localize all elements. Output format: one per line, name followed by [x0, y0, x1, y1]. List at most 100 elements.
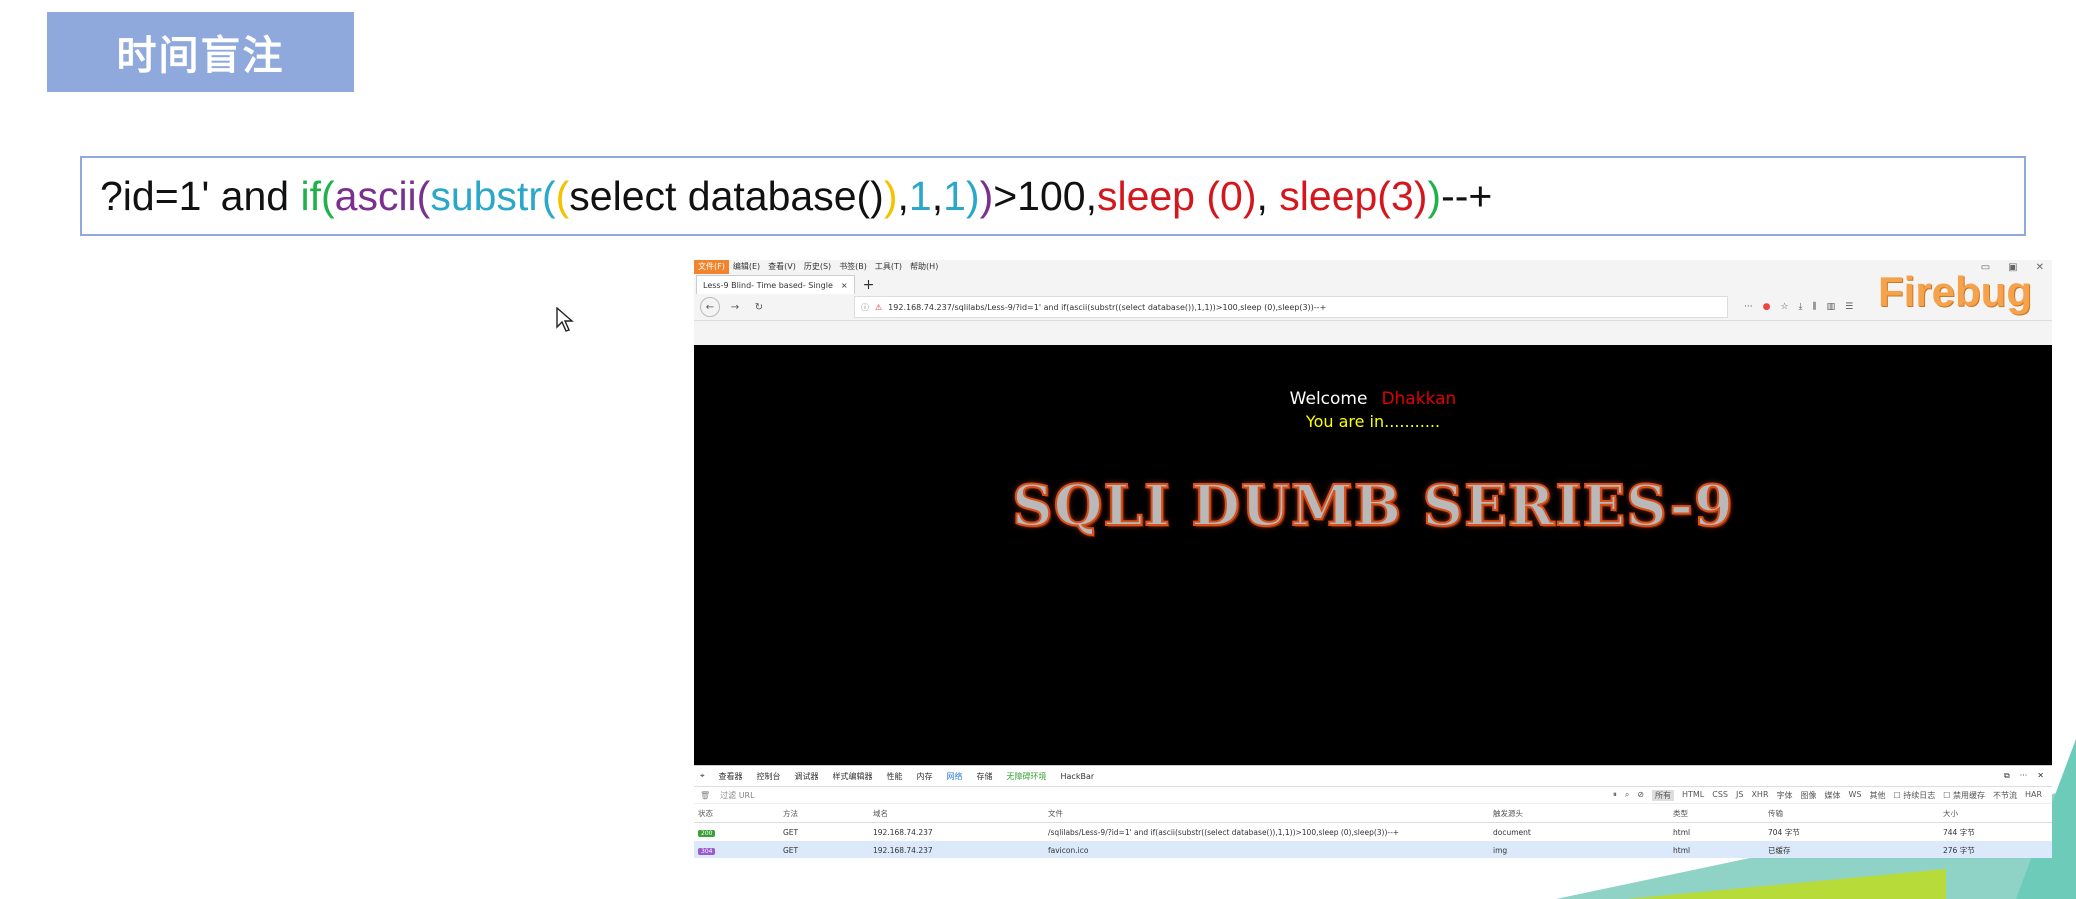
status-badge: 304: [698, 847, 716, 855]
bookmark-star-icon[interactable]: ☆: [1780, 302, 1788, 312]
filter-xhr[interactable]: XHR: [1751, 790, 1768, 801]
menu-bookmarks[interactable]: 书签(B): [835, 260, 871, 274]
tab-inspector[interactable]: 查看器: [719, 771, 743, 782]
filter-css[interactable]: CSS: [1712, 790, 1728, 801]
dock-icon[interactable]: ⧉: [2004, 771, 2010, 781]
filter-url-input[interactable]: 过滤 URL: [720, 790, 754, 801]
pause-icon[interactable]: ⏸: [1613, 790, 1617, 801]
forward-icon[interactable]: →: [726, 298, 744, 316]
menu-view[interactable]: 查看(V): [764, 260, 800, 274]
tab-storage[interactable]: 存储: [977, 771, 993, 782]
tab-console[interactable]: 控制台: [757, 771, 781, 782]
col-method[interactable]: 方法: [779, 804, 869, 823]
payload-sep: ,: [1256, 172, 1280, 219]
insecure-icon: ⚠: [875, 302, 883, 312]
table-row[interactable]: 200 GET 192.168.74.237 /sqlilabs/Less-9/…: [694, 823, 2052, 842]
devtools-close-icon[interactable]: ✕: [2037, 771, 2044, 781]
trash-icon[interactable]: 🗑: [700, 791, 710, 800]
tab-hackbar[interactable]: HackBar: [1061, 772, 1095, 781]
col-type[interactable]: 类型: [1669, 804, 1764, 823]
filter-js[interactable]: JS: [1736, 790, 1743, 801]
pick-element-icon[interactable]: ⌖: [700, 771, 705, 781]
row-size: 744 字节: [1943, 827, 1975, 837]
tab-close-icon[interactable]: ×: [841, 281, 848, 290]
download-icon[interactable]: ⤓: [1799, 302, 1803, 312]
col-file[interactable]: 文件: [1044, 804, 1489, 823]
search-icon[interactable]: ⌕: [1625, 790, 1629, 801]
mouse-cursor-icon: [556, 307, 574, 332]
col-transfer[interactable]: 传输: [1764, 804, 1939, 823]
more-icon[interactable]: ···: [1744, 302, 1753, 312]
har-button[interactable]: HAR: [2025, 790, 2042, 801]
tab-style-editor[interactable]: 样式编辑器: [833, 771, 873, 782]
devtools-more-icon[interactable]: ···: [2020, 771, 2028, 781]
devtools-tabs: ⌖ 查看器 控制台 调试器 样式编辑器 性能 内存 网络 存储 无障碍环境 Ha…: [694, 766, 2052, 787]
menu-icon[interactable]: ☰: [1845, 302, 1853, 312]
filter-fonts[interactable]: 字体: [1777, 790, 1793, 801]
browser-window: 文件(F) 编辑(E) 查看(V) 历史(S) 书签(B) 工具(T) 帮助(H…: [694, 260, 2052, 858]
payload-display: ?id=1' and if( ascii( substr( ( select d…: [80, 156, 2026, 236]
col-domain[interactable]: 域名: [869, 804, 1044, 823]
payload-compare: >100,: [993, 172, 1097, 219]
tab-debugger[interactable]: 调试器: [795, 771, 819, 782]
filter-other[interactable]: 其他: [1870, 790, 1886, 801]
reload-icon[interactable]: ↻: [750, 298, 768, 316]
col-initiator[interactable]: 触发源头: [1489, 804, 1669, 823]
welcome-name: Dhakkan: [1381, 389, 1457, 409]
url-bar[interactable]: ⓘ ⚠ 192.168.74.237/sqlilabs/Less-9/?id=1…: [854, 296, 1728, 318]
payload-paren: ): [979, 172, 994, 219]
tab-accessibility[interactable]: 无障碍环境: [1007, 771, 1047, 782]
pocket-icon[interactable]: ●: [1763, 302, 1771, 312]
back-icon[interactable]: ←: [700, 297, 720, 317]
type-filters: ⏸ ⌕ ⊘ 所有 HTML CSS JS XHR 字体 图像 媒体 WS 其他 …: [1613, 789, 2042, 801]
status-message: You are in...........: [1305, 412, 1441, 431]
payload-if: if(: [300, 172, 335, 219]
menu-edit[interactable]: 编辑(E): [729, 260, 764, 274]
table-row[interactable]: 304 GET 192.168.74.237 favicon.ico img h…: [694, 841, 2052, 858]
tab-title: Less-9 Blind- Time based- Single: [703, 280, 833, 290]
close-window-icon[interactable]: ✕: [2036, 262, 2044, 273]
menu-help[interactable]: 帮助(H): [906, 260, 942, 274]
row-method: GET: [783, 827, 799, 837]
filter-media[interactable]: 媒体: [1825, 790, 1841, 801]
devtools-controls: ⧉ ··· ✕: [2004, 771, 2044, 781]
row-transfer: 已缓存: [1764, 841, 1939, 858]
row-size: 276 字节: [1939, 841, 2052, 858]
payload-substr: substr(: [430, 172, 556, 219]
col-size[interactable]: 大小: [1939, 804, 2052, 823]
new-tab-button[interactable]: +: [855, 276, 883, 294]
filter-ws[interactable]: WS: [1849, 790, 1862, 801]
tab-network[interactable]: 网络: [947, 771, 963, 782]
network-table: 状态 方法 域名 文件 触发源头 类型 传输 大小 200 GET 192.16…: [694, 804, 2052, 858]
sidebar-icon[interactable]: ▥: [1827, 302, 1836, 312]
row-initiator: img: [1489, 841, 1669, 858]
disable-cache-label: 禁用缓存: [1952, 790, 1985, 800]
row-file: /sqlilabs/Less-9/?id=1' and if(ascii(sub…: [1048, 827, 1400, 837]
tab-performance[interactable]: 性能: [887, 771, 903, 782]
payload-seg: ?id=1' and: [100, 172, 301, 219]
info-icon[interactable]: ⓘ: [861, 302, 869, 313]
library-icon[interactable]: ⫼: [1813, 302, 1817, 312]
row-transfer: 704 字节: [1768, 827, 1800, 837]
persist-logs-checkbox[interactable]: ☐ 持续日志: [1894, 790, 1936, 801]
row-type: html: [1669, 841, 1764, 858]
disable-cache-checkbox[interactable]: ☐ 禁用缓存: [1943, 790, 1985, 801]
navigation-bar: ← → ↻ ⓘ ⚠ 192.168.74.237/sqlilabs/Less-9…: [694, 294, 2052, 321]
filter-html[interactable]: HTML: [1682, 790, 1704, 801]
filter-images[interactable]: 图像: [1801, 790, 1817, 801]
url-text: 192.168.74.237/sqlilabs/Less-9/?id=1' an…: [888, 302, 1327, 312]
throttle-select[interactable]: 不节流: [1993, 790, 2017, 801]
col-status[interactable]: 状态: [694, 804, 779, 823]
toolbar-icons: ··· ● ☆ ⤓ ⫼ ▥ ☰: [1744, 302, 1853, 312]
menu-file[interactable]: 文件(F): [694, 260, 729, 274]
row-domain: 192.168.74.237: [873, 827, 933, 837]
payload-num: 1: [908, 172, 932, 219]
menu-tools[interactable]: 工具(T): [871, 260, 906, 274]
filter-all[interactable]: 所有: [1652, 789, 1674, 801]
welcome-label: Welcome: [1289, 389, 1368, 409]
browser-tab[interactable]: Less-9 Blind- Time based- Single ×: [696, 275, 855, 294]
menu-history[interactable]: 历史(S): [800, 260, 835, 274]
tab-memory[interactable]: 内存: [917, 771, 933, 782]
block-icon[interactable]: ⊘: [1637, 790, 1644, 801]
tab-bar: Less-9 Blind- Time based- Single × +: [694, 274, 2052, 294]
